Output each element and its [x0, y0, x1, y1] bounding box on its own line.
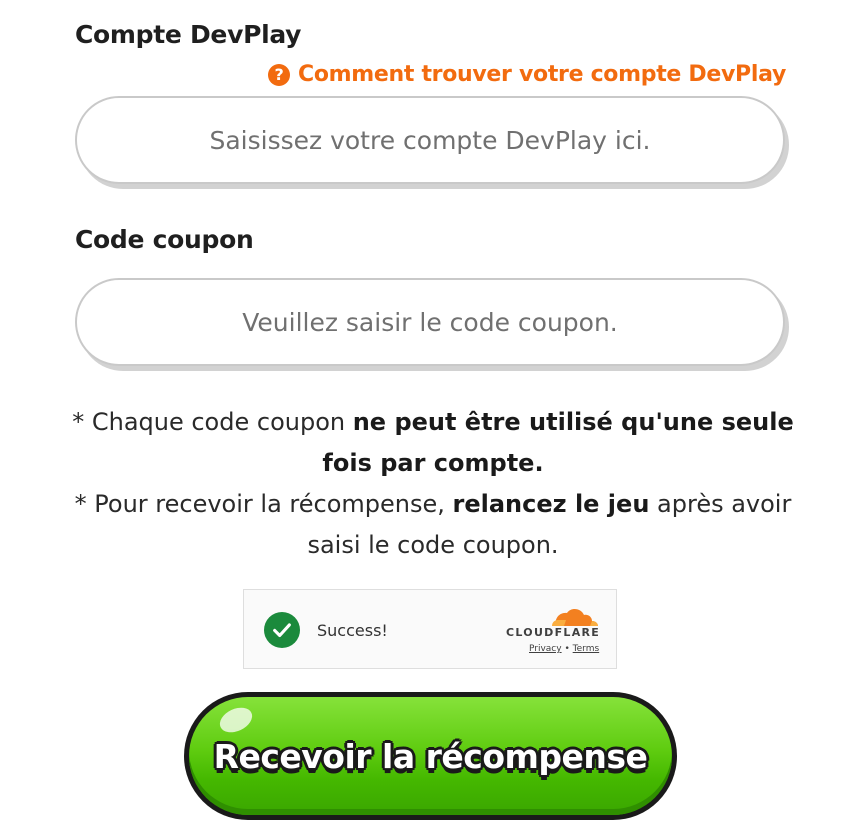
- coupon-input[interactable]: [117, 306, 743, 338]
- links-separator: •: [564, 644, 570, 654]
- button-shine: [215, 702, 257, 738]
- note-restart: * Pour recevoir la récompense, relancez …: [60, 484, 806, 566]
- help-link-find-account[interactable]: ? Comment trouver votre compte DevPlay: [267, 62, 786, 87]
- privacy-link[interactable]: Privacy: [529, 644, 562, 654]
- cloudflare-brand: CLOUDFLARE: [506, 626, 601, 639]
- terms-link[interactable]: Terms: [573, 644, 600, 654]
- account-label: Compte DevPlay: [75, 20, 302, 49]
- account-input[interactable]: [117, 124, 743, 156]
- captcha-status: Success!: [317, 621, 388, 640]
- account-field[interactable]: [75, 96, 785, 184]
- note-restart-text: * Pour recevoir la récompense,: [74, 490, 453, 518]
- question-icon: ?: [267, 63, 290, 86]
- note-single-use: * Chaque code coupon ne peut être utilis…: [60, 402, 806, 484]
- coupon-notes: * Chaque code coupon ne peut être utilis…: [60, 402, 806, 566]
- coupon-label: Code coupon: [75, 225, 254, 254]
- help-link-text: Comment trouver votre compte DevPlay: [297, 62, 786, 87]
- receive-reward-button[interactable]: Recevoir la récompense: [184, 692, 677, 820]
- success-check-icon: [264, 612, 300, 648]
- note-single-use-bold: ne peut être utilisé qu'une seule fois p…: [322, 408, 794, 477]
- coupon-field[interactable]: [75, 278, 785, 366]
- cloudflare-captcha-widget[interactable]: Success! CLOUDFLARE Privacy • Terms: [243, 589, 617, 669]
- note-single-use-text: * Chaque code coupon: [72, 408, 353, 436]
- receive-reward-button-face[interactable]: Recevoir la récompense: [189, 697, 672, 815]
- receive-reward-label: Recevoir la récompense: [213, 736, 648, 776]
- captcha-links: Privacy • Terms: [529, 644, 599, 654]
- note-restart-bold: relancez le jeu: [452, 490, 650, 518]
